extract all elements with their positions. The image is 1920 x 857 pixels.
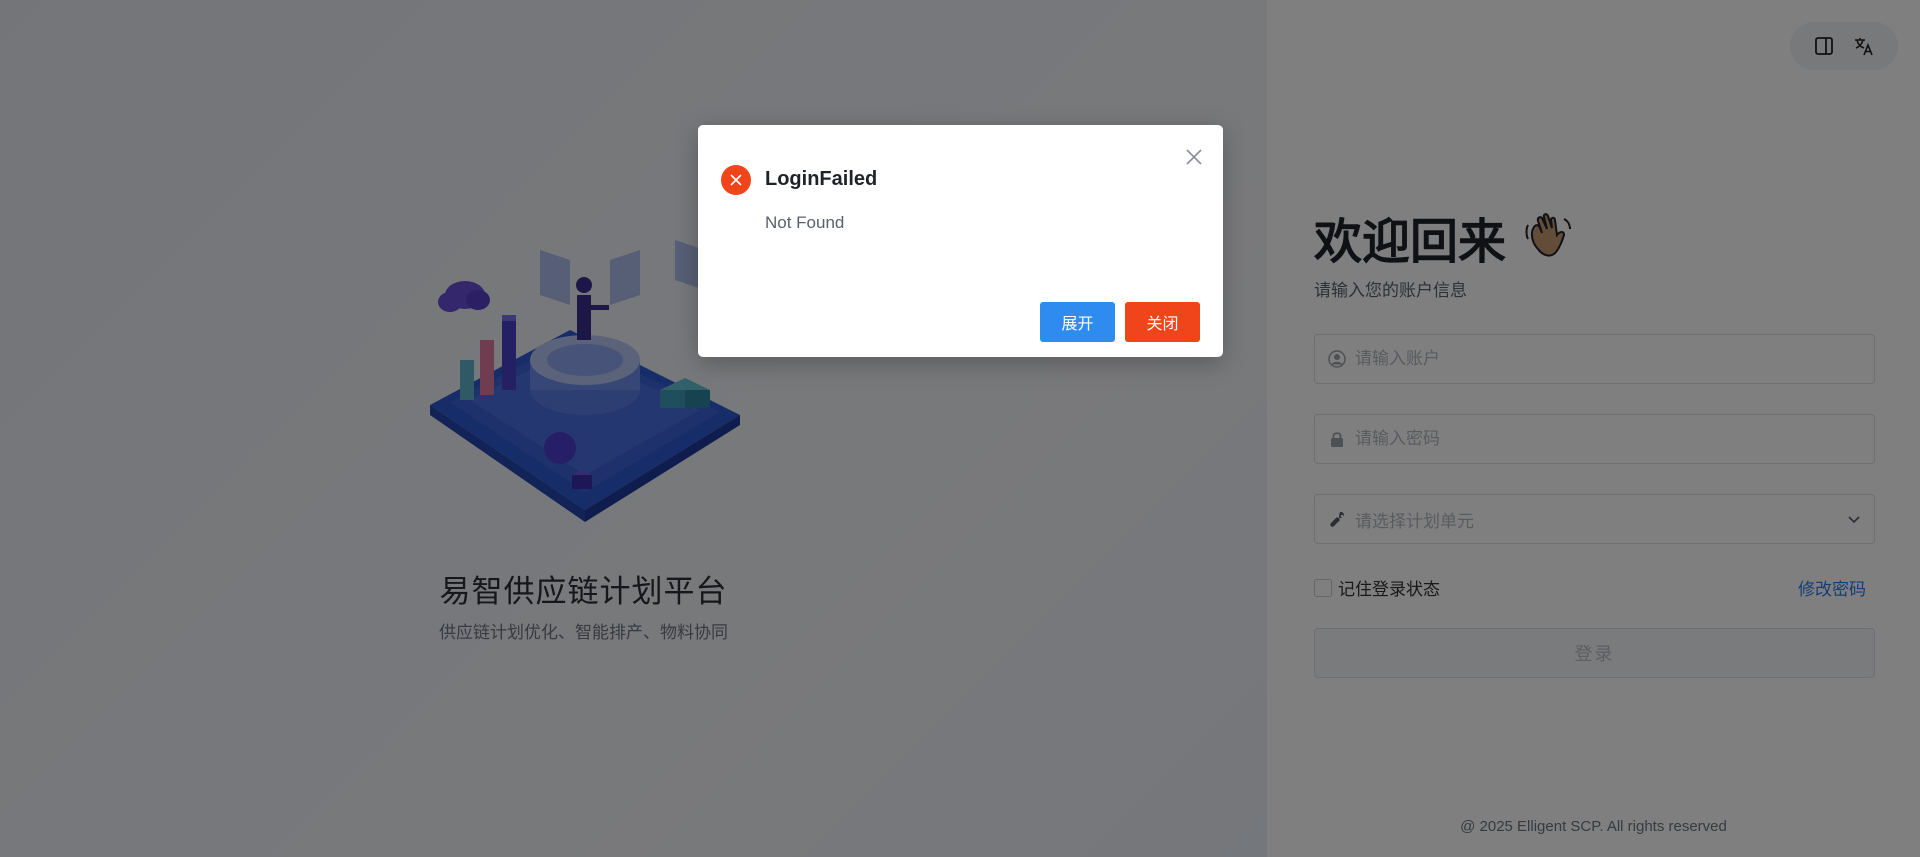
dialog-title: LoginFailed: [765, 168, 878, 190]
close-button[interactable]: 关闭: [1125, 302, 1200, 342]
dialog-close-button[interactable]: [1181, 144, 1207, 170]
error-circle-icon: [721, 165, 751, 195]
expand-button[interactable]: 展开: [1040, 302, 1115, 342]
dialog-message: Not Found: [765, 213, 845, 232]
close-icon: [1186, 149, 1202, 165]
login-failed-dialog: LoginFailed Not Found 展开 关闭: [698, 125, 1223, 357]
